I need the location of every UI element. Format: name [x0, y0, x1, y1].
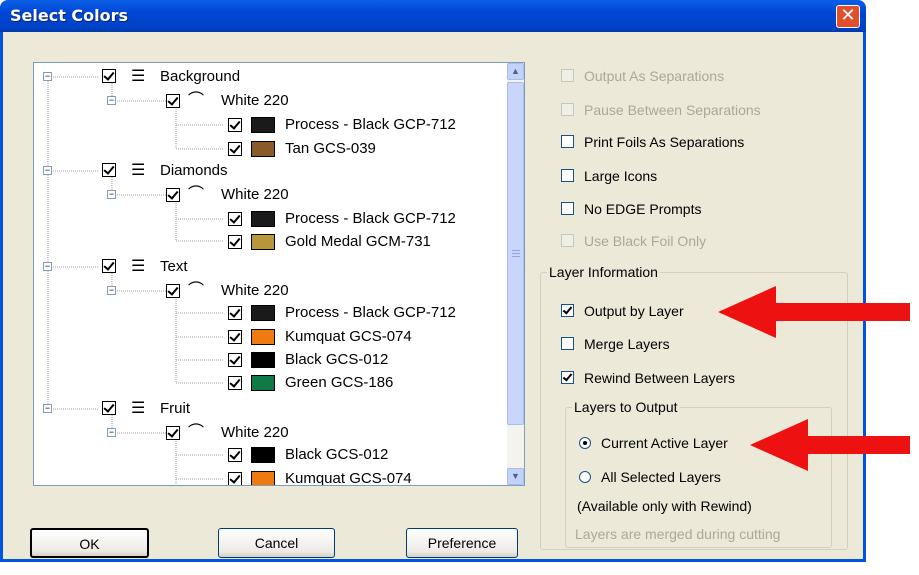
foil-roll-icon: ⌒	[188, 424, 205, 441]
color-label[interactable]: Black GCS-012	[285, 351, 388, 369]
layers-to-output-title: Layers to Output	[572, 399, 680, 415]
color-checkbox[interactable]	[228, 118, 242, 132]
close-button[interactable]: ✕	[836, 5, 860, 28]
color-swatch	[251, 447, 275, 463]
layer-label-diamonds[interactable]: Diamonds	[160, 162, 228, 180]
foil-checkbox[interactable]	[166, 284, 180, 298]
scroll-down-arrow-icon[interactable]: ▼	[507, 468, 524, 485]
color-swatch	[251, 234, 275, 250]
ok-button[interactable]: OK	[30, 528, 149, 558]
color-swatch	[251, 329, 275, 345]
tree-vertical-scrollbar[interactable]: ▲ ▼	[507, 63, 524, 485]
collapse-toggle[interactable]: −	[43, 404, 52, 413]
layer-checkbox[interactable]	[102, 401, 116, 415]
layer-stack-icon: ☰	[131, 68, 146, 85]
scroll-up-arrow-icon[interactable]: ▲	[507, 63, 524, 80]
collapse-toggle[interactable]: −	[107, 428, 116, 437]
color-checkbox[interactable]	[228, 142, 242, 156]
color-checkbox[interactable]	[228, 330, 242, 344]
color-label[interactable]: Process - Black GCP-712	[285, 210, 456, 228]
foil-checkbox[interactable]	[166, 188, 180, 202]
color-label[interactable]: Black GCS-012	[285, 446, 388, 464]
merge-during-cutting-note: Layers are merged during cutting	[575, 526, 781, 542]
layer-information-title: Layer Information	[547, 264, 660, 280]
color-label[interactable]: Process - Black GCP-712	[285, 304, 456, 322]
color-label[interactable]: Green GCS-186	[285, 374, 393, 392]
foil-checkbox[interactable]	[166, 426, 180, 440]
layer-checkbox[interactable]	[102, 69, 116, 83]
color-label[interactable]: Gold Medal GCM-731	[285, 233, 431, 251]
layer-label-fruit[interactable]: Fruit	[160, 400, 190, 418]
dialog-title: Select Colors	[10, 6, 129, 25]
layer-checkbox[interactable]	[102, 163, 116, 177]
color-checkbox[interactable]	[228, 376, 242, 390]
color-swatch	[251, 352, 275, 368]
foil-label[interactable]: White 220	[221, 186, 289, 204]
preference-button[interactable]: Preference	[406, 528, 518, 558]
collapse-toggle[interactable]: −	[43, 166, 52, 175]
layer-checkbox[interactable]	[102, 259, 116, 273]
color-swatch	[251, 305, 275, 321]
scrollbar-thumb[interactable]	[507, 82, 524, 425]
red-arrow-icon	[718, 286, 910, 338]
color-checkbox[interactable]	[228, 212, 242, 226]
color-checkbox[interactable]	[228, 235, 242, 249]
collapse-toggle[interactable]: −	[43, 262, 52, 271]
red-arrow-icon	[750, 419, 910, 471]
layer-stack-icon: ☰	[131, 162, 146, 179]
cancel-button[interactable]: Cancel	[218, 528, 335, 558]
rewind-availability-note: (Available only with Rewind)	[577, 498, 752, 514]
color-checkbox[interactable]	[228, 448, 242, 462]
collapse-toggle[interactable]: −	[107, 286, 116, 295]
title-bar[interactable]: Select Colors ✕	[0, 0, 866, 32]
layer-stack-icon: ☰	[131, 400, 146, 417]
layer-label-background[interactable]: Background	[160, 68, 240, 86]
color-checkbox[interactable]	[228, 472, 242, 485]
color-checkbox[interactable]	[228, 306, 242, 320]
foil-roll-icon: ⌒	[188, 282, 205, 299]
color-swatch	[251, 211, 275, 227]
layer-stack-icon: ☰	[131, 258, 146, 275]
foil-checkbox[interactable]	[166, 94, 180, 108]
foil-roll-icon: ⌒	[188, 186, 205, 203]
color-tree-view[interactable]: − ☰ Background − ⌒ White 220 Process - B…	[33, 62, 525, 486]
color-checkbox[interactable]	[228, 353, 242, 367]
color-swatch	[251, 141, 275, 157]
foil-roll-icon: ⌒	[188, 92, 205, 109]
color-swatch	[251, 375, 275, 391]
collapse-toggle[interactable]: −	[107, 190, 116, 199]
foil-label[interactable]: White 220	[221, 282, 289, 300]
collapse-toggle[interactable]: −	[43, 72, 52, 81]
foil-label[interactable]: White 220	[221, 424, 289, 442]
color-swatch	[251, 471, 275, 485]
color-swatch	[251, 117, 275, 133]
color-label[interactable]: Kumquat GCS-074	[285, 328, 412, 346]
color-label[interactable]: Process - Black GCP-712	[285, 116, 456, 134]
layer-label-text[interactable]: Text	[160, 258, 188, 276]
color-label[interactable]: Tan GCS-039	[285, 140, 376, 158]
color-label[interactable]: Kumquat GCS-074	[285, 470, 412, 485]
collapse-toggle[interactable]: −	[107, 96, 116, 105]
foil-label[interactable]: White 220	[221, 92, 289, 110]
